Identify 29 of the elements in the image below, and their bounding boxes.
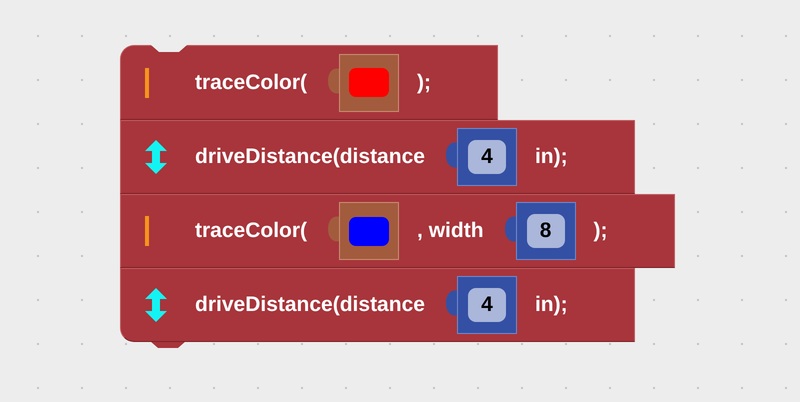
block-notch bbox=[151, 45, 187, 53]
connector-tab bbox=[444, 141, 458, 169]
connector-tab bbox=[326, 215, 340, 243]
pen-mark-icon bbox=[145, 68, 149, 98]
code-text: traceColor( bbox=[195, 219, 308, 243]
block-notch bbox=[150, 341, 186, 349]
code-text: ); bbox=[594, 219, 608, 243]
vertical-arrow-icon bbox=[145, 140, 167, 174]
code-block[interactable]: traceColor( ); bbox=[120, 45, 498, 120]
code-text: ); bbox=[417, 70, 432, 94]
pen-mark-icon bbox=[145, 216, 149, 246]
connector-tab bbox=[326, 66, 340, 94]
number-input[interactable]: 4 bbox=[456, 276, 517, 334]
connector-tab bbox=[444, 289, 458, 317]
code-block[interactable]: traceColor( , width 8 ); bbox=[120, 194, 675, 268]
connector-tab bbox=[502, 215, 517, 243]
code-text: in); bbox=[534, 293, 568, 317]
number-input[interactable]: 8 bbox=[516, 202, 576, 260]
code-text: traceColor( bbox=[195, 70, 308, 94]
code-block[interactable]: driveDistance(distance 4 in); bbox=[120, 268, 635, 342]
vertical-arrow-icon bbox=[145, 288, 167, 322]
color-input[interactable] bbox=[339, 54, 400, 112]
code-text: driveDistance(distance bbox=[195, 145, 425, 169]
code-text: in); bbox=[534, 145, 568, 169]
color-input[interactable] bbox=[339, 202, 400, 260]
number-input[interactable]: 4 bbox=[456, 128, 517, 186]
code-block[interactable]: driveDistance(distance 4 in); bbox=[120, 120, 635, 194]
code-text: , width bbox=[417, 219, 484, 243]
code-text: driveDistance(distance bbox=[195, 293, 425, 317]
